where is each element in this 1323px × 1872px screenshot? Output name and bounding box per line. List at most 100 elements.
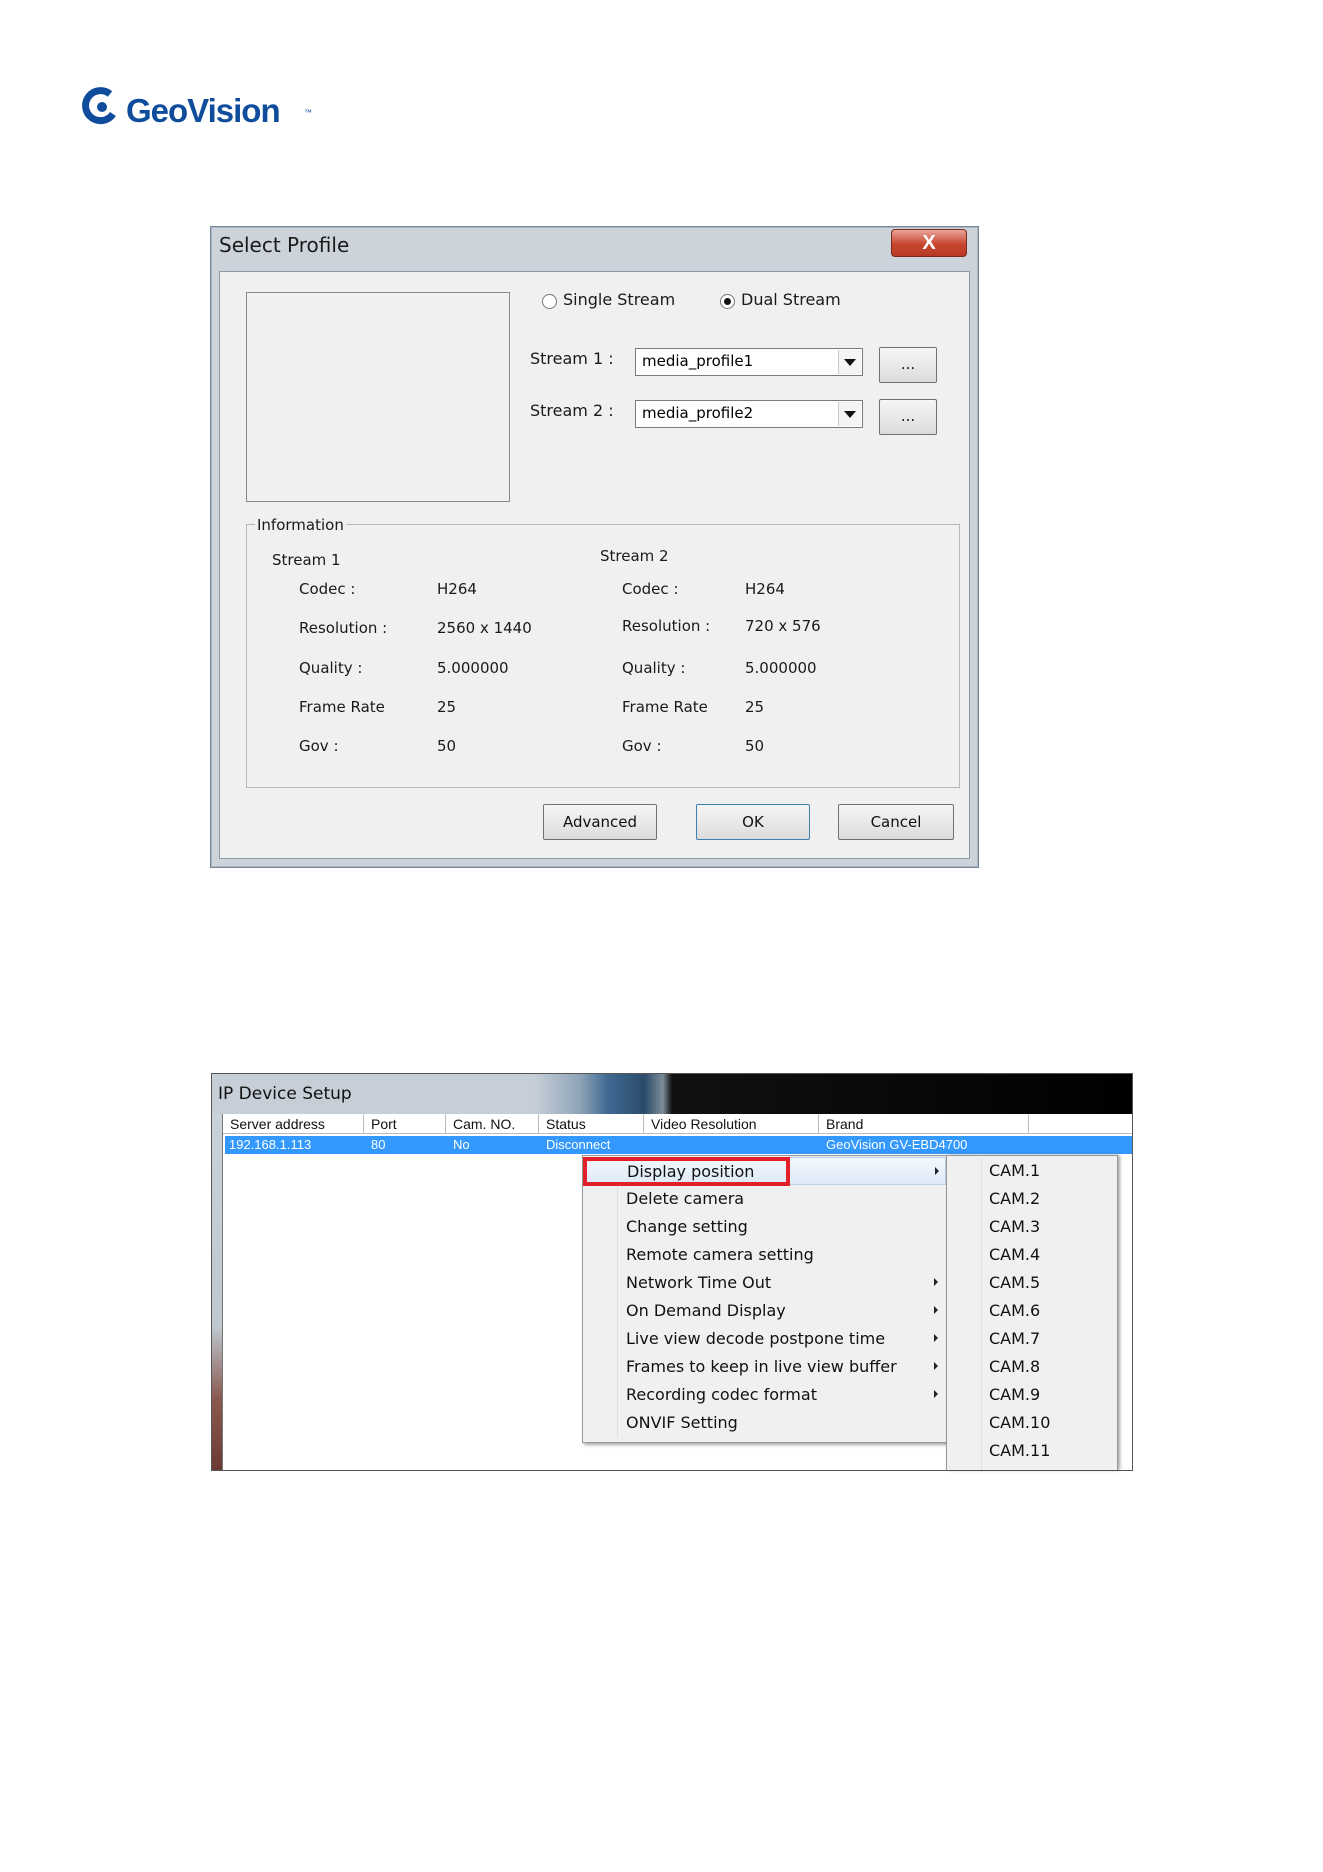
column-header[interactable]: Video Resolution	[644, 1114, 819, 1134]
advanced-button[interactable]: Advanced	[543, 804, 657, 840]
submenu-item-cam[interactable]: CAM.2	[989, 1189, 1040, 1208]
column-header[interactable]: Port	[364, 1114, 446, 1134]
menu-item-delete-camera[interactable]: Delete camera	[583, 1185, 946, 1213]
menu-item-label: Recording codec format	[626, 1385, 817, 1404]
menu-item-label: Change setting	[626, 1217, 748, 1236]
info-label: Gov :	[299, 737, 339, 755]
submenu-item-cam[interactable]: CAM.1	[989, 1161, 1040, 1180]
stream2-combo[interactable]: media_profile2	[635, 400, 863, 428]
submenu-item-cam[interactable]: CAM.3	[989, 1217, 1040, 1236]
geovision-logo-icon	[82, 87, 116, 125]
context-menu: Display position Delete camera Change se…	[582, 1155, 949, 1443]
single-stream-radio[interactable]	[542, 294, 557, 309]
window-frame	[212, 1114, 222, 1470]
window-title: IP Device Setup	[218, 1084, 352, 1104]
submenu-arrow-icon	[934, 1390, 938, 1398]
column-header[interactable]: Brand	[819, 1114, 1029, 1134]
stream2-heading: Stream 2	[600, 547, 669, 565]
stream1-combo[interactable]: media_profile1	[635, 348, 863, 376]
info-value: 5.000000	[437, 659, 509, 677]
information-group: Information Stream 1 Stream 2 Codec : H2…	[246, 516, 960, 788]
dialog-client-area: Single Stream Dual Streams Stream 1 : me…	[219, 271, 970, 859]
close-button[interactable]: X	[891, 229, 967, 257]
submenu-item-cam[interactable]: CAM.7	[989, 1329, 1040, 1348]
menu-item-change-setting[interactable]: Change setting	[583, 1213, 946, 1241]
menu-item-label: Remote camera setting	[626, 1245, 814, 1264]
info-label: Frame Rate	[299, 698, 385, 716]
dual-streams-label: Dual Streams	[741, 290, 841, 309]
information-title: Information	[255, 516, 346, 534]
info-value: 25	[745, 698, 765, 716]
submenu-arrow-icon	[935, 1167, 939, 1175]
menu-item-label: ONVIF Setting	[626, 1413, 738, 1432]
submenu-arrow-icon	[934, 1306, 938, 1314]
brand-cell: GeoVision GV-EBD4700	[826, 1137, 968, 1152]
menu-item-label: Frames to keep in live view buffer	[626, 1357, 897, 1376]
ok-button[interactable]: OK	[696, 804, 810, 840]
column-header[interactable]: Status	[539, 1114, 644, 1134]
info-label: Quality :	[622, 659, 686, 677]
stream1-label: Stream 1 :	[530, 349, 614, 368]
info-label: Codec :	[299, 580, 356, 598]
window-title: Select Profile	[219, 233, 350, 257]
stream1-heading: Stream 1	[272, 551, 341, 569]
select-profile-window: Select Profile X Single Stream Dual Stre…	[210, 226, 979, 868]
menu-item-label: Network Time Out	[626, 1273, 772, 1292]
submenu-arrow-icon	[934, 1334, 938, 1342]
stream1-value: media_profile1	[642, 352, 754, 370]
info-value: 2560 x 1440	[437, 619, 532, 637]
cam-no-cell: No	[453, 1137, 470, 1152]
info-value: 720 x 576	[745, 617, 821, 635]
stream1-browse-button[interactable]: ...	[879, 347, 937, 383]
info-value: 25	[437, 698, 457, 716]
menu-item-live-view-decode[interactable]: Live view decode postpone time	[583, 1325, 946, 1353]
info-label: Codec :	[622, 580, 679, 598]
info-value: 50	[437, 737, 457, 755]
submenu-item-cam[interactable]: CAM.8	[989, 1357, 1040, 1376]
menu-item-on-demand-display[interactable]: On Demand Display	[583, 1297, 946, 1325]
menu-item-network-time-out[interactable]: Network Time Out	[583, 1269, 946, 1297]
info-label: Resolution :	[622, 617, 711, 635]
menu-item-recording-codec[interactable]: Recording codec format	[583, 1381, 946, 1409]
info-value: 5.000000	[745, 659, 817, 677]
status-cell: Disconnect	[546, 1137, 611, 1152]
menu-gutter	[981, 1158, 982, 1470]
submenu-item-cam[interactable]: CAM.4	[989, 1245, 1040, 1264]
submenu-item-cam[interactable]: CAM.10	[989, 1413, 1050, 1432]
logo-trademark: ™	[304, 108, 312, 117]
menu-item-frames-to-keep[interactable]: Frames to keep in live view buffer	[583, 1353, 946, 1381]
menu-item-remote-camera-setting[interactable]: Remote camera setting	[583, 1241, 946, 1269]
menu-item-label: Live view decode postpone time	[626, 1329, 886, 1348]
dropdown-arrow-icon[interactable]	[838, 402, 861, 426]
submenu-item-cam[interactable]: CAM.9	[989, 1385, 1040, 1404]
column-header[interactable]: Server address	[223, 1114, 364, 1134]
submenu-item-cam[interactable]: CAM.6	[989, 1301, 1040, 1320]
table-row[interactable]: 192.168.1.113 80 No Disconnect GeoVision…	[225, 1136, 1132, 1154]
port-cell: 80	[371, 1137, 386, 1152]
logo-wordmark: GeoVision	[126, 92, 281, 129]
dual-streams-radio[interactable]	[720, 294, 735, 309]
window-titlebar: IP Device Setup	[212, 1074, 1132, 1114]
submenu-item-cam[interactable]: CAM.11	[989, 1441, 1050, 1460]
info-value: H264	[437, 580, 477, 598]
column-header[interactable]: Cam. NO.	[446, 1114, 539, 1134]
column-header-filler	[1029, 1114, 1132, 1134]
stream2-label: Stream 2 :	[530, 401, 614, 420]
menu-item-label: Delete camera	[626, 1189, 745, 1208]
server-address-cell: 192.168.1.113	[229, 1137, 312, 1152]
menu-item-onvif-setting[interactable]: ONVIF Setting	[583, 1409, 946, 1437]
highlight-box	[583, 1157, 790, 1186]
info-label: Frame Rate	[622, 698, 708, 716]
dropdown-arrow-icon[interactable]	[838, 350, 861, 374]
menu-item-label: On Demand Display	[626, 1301, 786, 1320]
cancel-button[interactable]: Cancel	[838, 804, 954, 840]
submenu-arrow-icon	[934, 1362, 938, 1370]
info-value: 50	[745, 737, 765, 755]
info-value: H264	[745, 580, 785, 598]
info-label: Resolution :	[299, 619, 388, 637]
submenu-arrow-icon	[934, 1278, 938, 1286]
preview-pane	[246, 292, 510, 502]
submenu-item-cam[interactable]: CAM.5	[989, 1273, 1040, 1292]
stream2-browse-button[interactable]: ...	[879, 399, 937, 435]
stream2-value: media_profile2	[642, 404, 754, 422]
